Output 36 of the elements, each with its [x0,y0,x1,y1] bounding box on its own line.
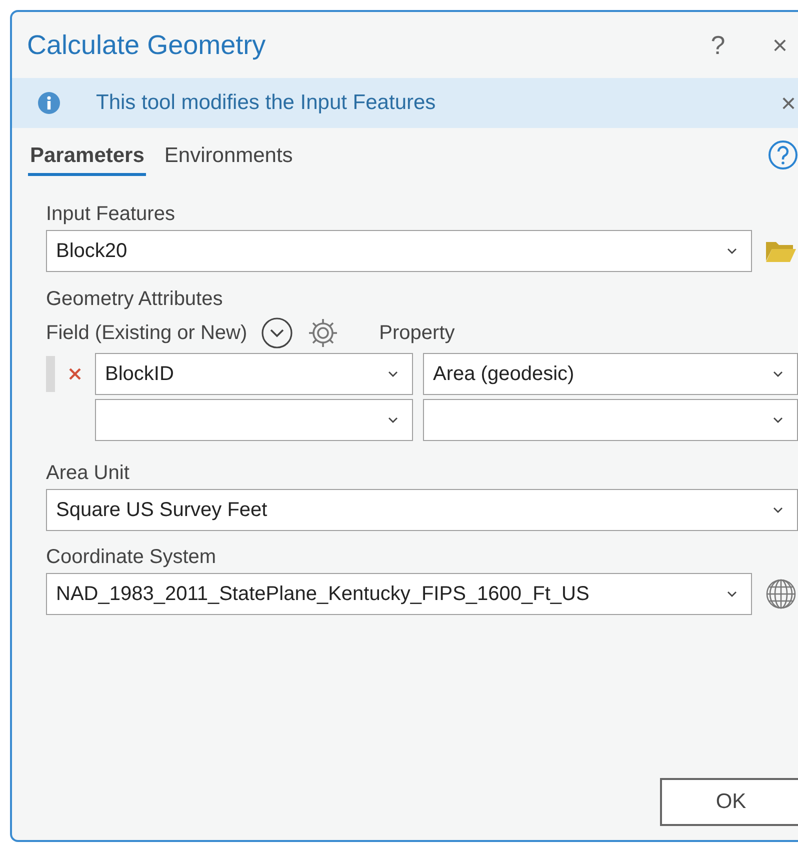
field-label: Geometry Attributes [46,287,224,311]
dropdown-field[interactable]: Area (geodesic) [423,353,798,395]
field-label: Area Unit [46,461,130,485]
gear-icon[interactable] [307,317,340,349]
globe-icon[interactable] [765,578,797,610]
info-icon [38,92,60,114]
chevron-down-icon [773,417,783,423]
field-label: Property [379,321,455,345]
dropdown-field[interactable] [95,399,413,441]
dropdown-field[interactable]: Block20 [46,230,752,272]
remove-icon[interactable] [68,367,82,381]
tab[interactable]: Environments [162,144,295,176]
chevron-down-icon [727,591,737,597]
dropdown-field[interactable]: Square US Survey Feet [46,489,798,531]
field-label: Input Features [46,202,176,226]
close-button[interactable]: × [764,30,796,60]
field-label: Field (Existing or New) [46,321,248,345]
chevron-down-icon [773,507,783,513]
chevron-down-icon [727,248,737,254]
expand-icon[interactable] [261,317,294,349]
chevron-down-icon [388,371,398,377]
dismiss-button[interactable]: × [780,88,796,118]
chevron-down-icon [388,417,398,423]
tab[interactable]: Parameters [28,144,146,176]
folder-icon[interactable] [765,239,797,263]
info-message: This tool modifies the Input Features [96,91,437,115]
ok-button[interactable]: OK [660,778,798,826]
dialog-title: Calculate Geometry [27,30,267,60]
field-label: Coordinate System [46,545,218,569]
help-icon[interactable] [768,140,798,170]
dropdown-field[interactable]: BlockID [95,353,413,395]
dropdown-field[interactable] [423,399,798,441]
help-button[interactable]: ? [702,30,734,60]
dropdown-field[interactable]: NAD_1983_2011_StatePlane_Kentucky_FIPS_1600_Ft_US [46,573,752,615]
drag-handle[interactable] [46,356,55,392]
chevron-down-icon [773,371,783,377]
